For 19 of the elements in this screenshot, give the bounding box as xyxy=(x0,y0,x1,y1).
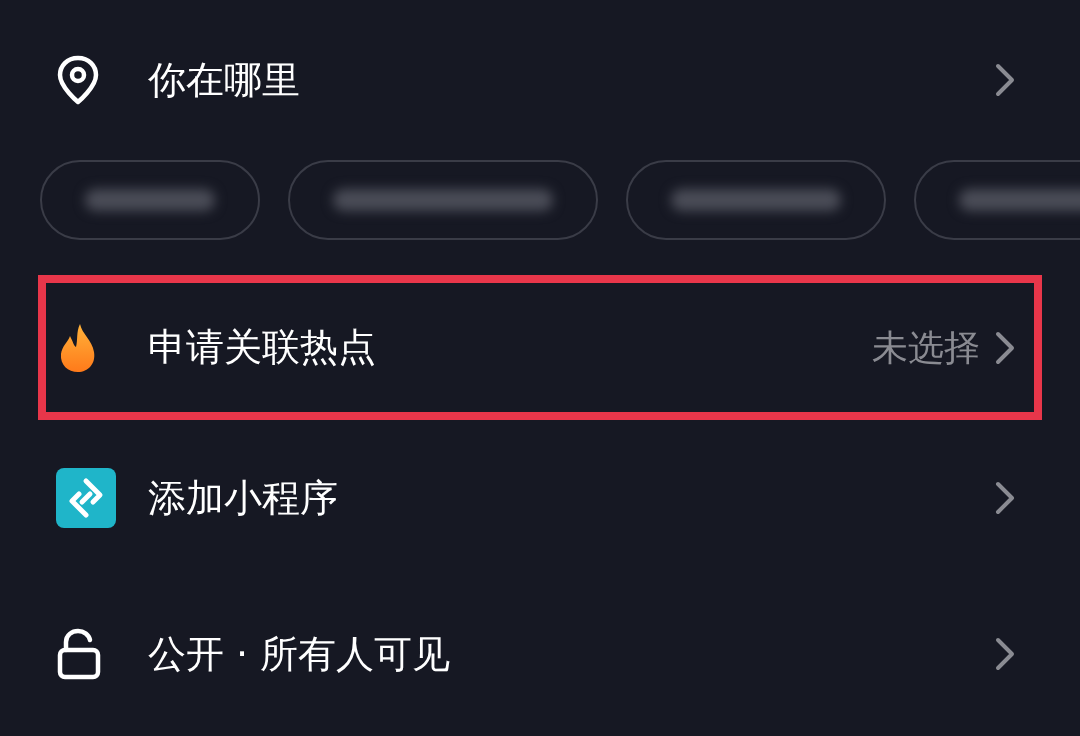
chevron-icon xyxy=(994,636,1016,672)
link-app-icon xyxy=(56,468,116,528)
settings-row[interactable]: 申请关联热点 未选择 xyxy=(38,275,1042,420)
chevron-icon xyxy=(994,329,1016,366)
row-value: 未选择 xyxy=(872,325,980,370)
location-pin-icon xyxy=(56,54,100,106)
row-label: 你在哪里 xyxy=(148,56,300,104)
settings-row[interactable]: 你在哪里 xyxy=(38,0,1042,160)
settings-row[interactable]: 公开 · 所有人可见 xyxy=(38,576,1042,732)
location-chip[interactable] xyxy=(626,160,886,240)
row-label: 公开 · 所有人可见 xyxy=(148,630,451,678)
row-label: 添加小程序 xyxy=(148,474,338,522)
chevron-icon xyxy=(994,480,1016,516)
chevron-icon xyxy=(994,62,1016,98)
location-chip[interactable] xyxy=(288,160,598,240)
unlocked-padlock-icon xyxy=(56,628,102,680)
location-chip[interactable] xyxy=(40,160,260,240)
row-label: 申请关联热点 xyxy=(148,324,376,371)
settings-row[interactable]: 添加小程序 xyxy=(38,420,1042,576)
